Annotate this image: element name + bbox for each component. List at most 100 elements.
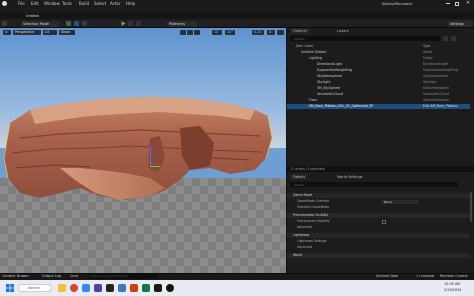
outliner-footer: 11 actors (1 selected) <box>290 167 325 171</box>
prop-lightmass-settings[interactable]: Lightmass Settings <box>287 239 470 244</box>
tab-world-settings[interactable]: World Settings <box>334 174 366 180</box>
section-game-mode[interactable]: Game Mode <box>287 193 470 198</box>
maximize-viewport-icon[interactable] <box>277 29 284 35</box>
unreal-logo-icon <box>2 1 7 6</box>
menu-window[interactable]: Window <box>44 1 60 6</box>
outliner-col-item-label[interactable]: Item Label <box>296 44 313 48</box>
cinematics-icon[interactable] <box>82 21 87 26</box>
scale-tool-icon[interactable] <box>194 29 200 35</box>
menu-help[interactable]: Help <box>126 1 135 6</box>
settings-dropdown[interactable]: Settings <box>448 20 472 27</box>
menu-actor[interactable]: Actor <box>110 1 121 6</box>
stop-icon[interactable] <box>136 21 141 26</box>
unreal-taskbar-icon[interactable] <box>166 284 174 292</box>
rotation-snap-value[interactable]: 10° <box>225 29 235 35</box>
revision-control-button[interactable]: Revision Control <box>440 274 468 278</box>
viewport-menu-button[interactable]: ≡ <box>3 29 11 35</box>
outliner-row[interactable]: SkyAtmosphere SkyAtmosphere <box>287 74 470 79</box>
app-icon[interactable] <box>106 284 114 292</box>
outliner-settings-icon[interactable] <box>451 36 456 41</box>
prop-advanced[interactable]: Advanced <box>287 245 470 250</box>
camera-speed-value[interactable]: 4 <box>267 29 275 35</box>
outliner-row-label: Floor <box>309 98 317 102</box>
menu-tools[interactable]: Tools <box>62 1 72 6</box>
outliner-row-type: World <box>423 50 433 54</box>
outliner-row[interactable]: Lighting Folder <box>287 56 470 61</box>
section-precomputed-visibility[interactable]: Precomputed Visibility <box>287 213 470 218</box>
grid-snap-value[interactable]: 10 <box>212 29 222 35</box>
blueprint-icon[interactable] <box>74 21 79 26</box>
section-lightmass[interactable]: Lightmass <box>287 233 470 238</box>
save-icon[interactable] <box>2 21 7 26</box>
outliner-row[interactable]: Untitled (Editor) World <box>287 50 470 55</box>
level-viewport[interactable] <box>0 28 286 273</box>
menu-file[interactable]: File <box>18 1 25 6</box>
outliner-row-label: DirectionalLight <box>317 62 343 66</box>
translate-tool-icon[interactable] <box>180 29 186 35</box>
outliner-row[interactable]: SkyLight SkyLight <box>287 80 470 85</box>
app-icon[interactable] <box>94 284 102 292</box>
show-button[interactable]: Show <box>59 29 75 35</box>
clock-time[interactable]: 12:00 AM <box>444 282 460 286</box>
outliner-row[interactable]: ExponentialHeightFog ExponentialHeightFo… <box>287 68 470 73</box>
derived-data-button[interactable]: Derived Data <box>376 274 398 278</box>
outliner-row-selected[interactable]: SM_Rock_Plateau_XXL_01_Optimized_SP Edit… <box>287 104 470 109</box>
selection-mode-dropdown[interactable]: Selection Mode <box>21 20 59 27</box>
details-search-field[interactable] <box>290 182 458 187</box>
prop-advanced[interactable]: Advanced <box>287 225 470 230</box>
outliner-search-field[interactable] <box>290 36 440 41</box>
tab-details[interactable]: Details <box>290 174 309 180</box>
outliner-col-type[interactable]: Type <box>423 44 430 48</box>
level-tab[interactable]: Untitled <box>26 14 39 18</box>
menu-select[interactable]: Select <box>94 1 106 6</box>
minimize-button[interactable] <box>446 3 450 4</box>
platforms-dropdown[interactable]: Platforms <box>167 20 197 27</box>
details-scrollbar[interactable] <box>470 192 472 222</box>
cmd-dropdown[interactable]: Cmd <box>70 274 78 278</box>
add-content-icon[interactable] <box>66 21 71 26</box>
taskbar-search-label: Search <box>28 285 41 290</box>
perspective-button[interactable]: Perspective <box>13 29 41 35</box>
tab-layers[interactable]: Layers <box>334 28 352 34</box>
outliner-row[interactable]: SM_SkySphere StaticMeshActor <box>287 86 470 91</box>
unsaved-indicator[interactable]: 1 Unsaved <box>416 274 434 278</box>
gizmo-z-axis[interactable] <box>150 146 151 166</box>
menu-edit[interactable]: Edit <box>31 1 39 6</box>
prop-precompute-visibility: Precompute Visibility <box>297 219 330 223</box>
app-icon[interactable] <box>142 284 150 292</box>
file-explorer-icon[interactable] <box>58 284 66 292</box>
console-command-input[interactable]: Enter Console Command <box>88 274 158 279</box>
rock-plateau-mesh[interactable] <box>0 28 286 273</box>
gizmo-y-axis[interactable] <box>150 166 160 167</box>
outliner-row[interactable]: VolumetricCloud VolumetricCloud <box>287 92 470 97</box>
close-button[interactable]: ✕ <box>464 0 472 7</box>
section-world[interactable]: World <box>287 253 470 258</box>
output-log-button[interactable]: Output Log <box>42 274 61 278</box>
outliner-row-type: StaticMeshActor <box>423 98 449 102</box>
maximize-button[interactable] <box>455 1 459 6</box>
content-drawer-button[interactable]: Content Drawer <box>2 274 29 278</box>
windows-start-icon[interactable] <box>6 284 14 292</box>
outliner-filter-icon[interactable] <box>443 36 448 41</box>
play-options-icon[interactable] <box>128 21 133 26</box>
outliner-row[interactable]: DirectionalLight DirectionalLight <box>287 62 470 67</box>
outliner-row[interactable]: Floor StaticMeshActor <box>287 98 470 103</box>
lit-button[interactable]: Lit <box>43 29 57 35</box>
chrome-icon[interactable] <box>70 284 78 292</box>
play-icon[interactable] <box>121 21 126 26</box>
precompute-visibility-checkbox[interactable] <box>382 220 386 224</box>
rotate-tool-icon[interactable] <box>187 29 193 35</box>
gizmo-x-axis[interactable] <box>147 166 151 171</box>
scale-snap-value[interactable]: 0.25 <box>252 29 264 35</box>
outliner-row-label: SM_Rock_Plateau_XXL_01_Optimized_SP <box>309 104 374 108</box>
app-icon[interactable] <box>82 284 90 292</box>
menu-build[interactable]: Build <box>79 1 89 6</box>
clock-date[interactable]: 2/19/2024 <box>444 288 461 292</box>
app-icon[interactable] <box>118 284 126 292</box>
tab-outliner[interactable]: Outliner <box>290 28 311 34</box>
app-icon[interactable] <box>154 284 162 292</box>
gamemode-override-dropdown[interactable]: None <box>382 199 418 204</box>
app-icon[interactable] <box>130 284 138 292</box>
outliner-row-type: SkyAtmosphere <box>423 74 448 78</box>
transform-gizmo[interactable] <box>147 146 161 172</box>
